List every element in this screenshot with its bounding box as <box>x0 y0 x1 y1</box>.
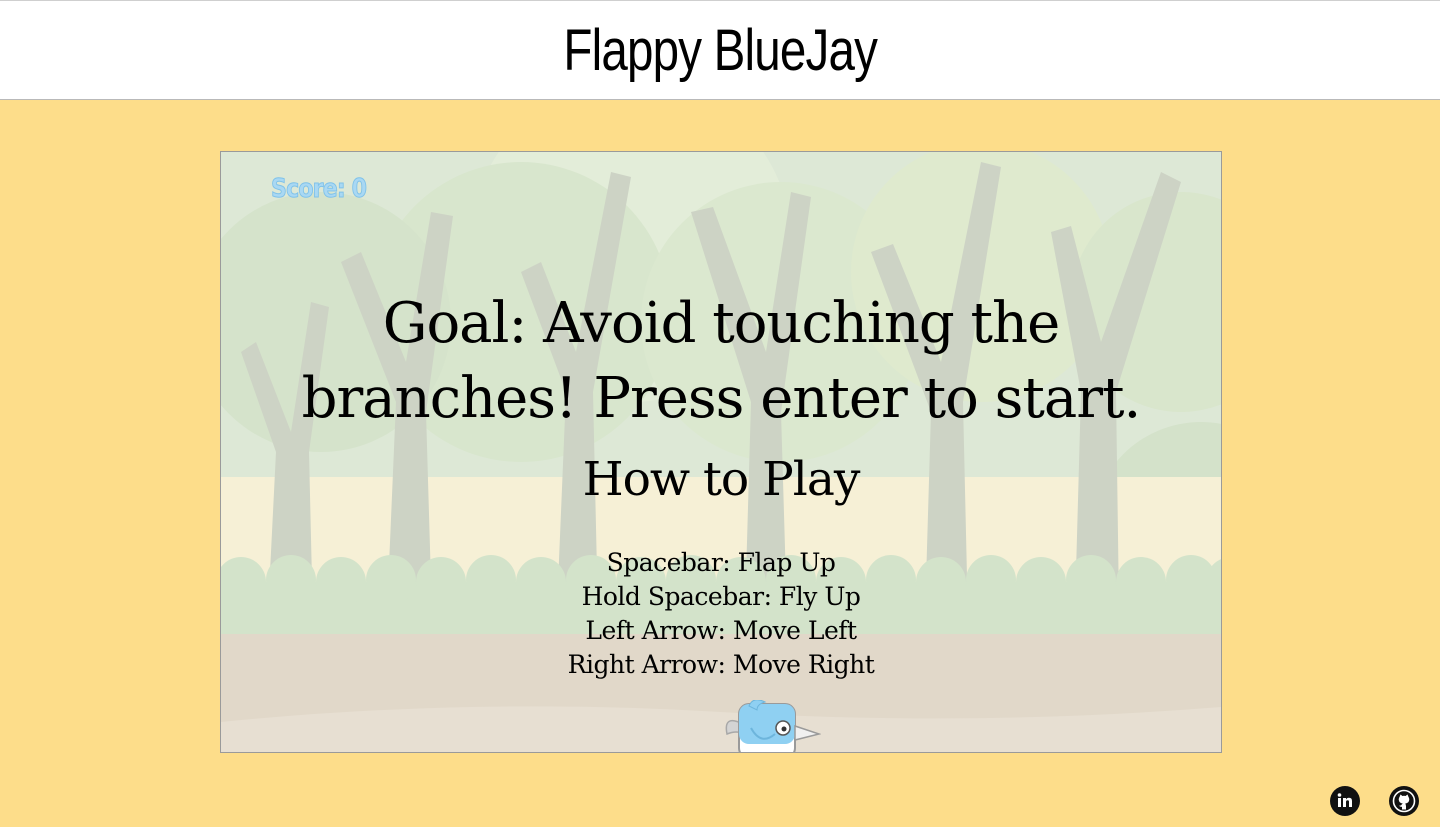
github-icon <box>1392 789 1416 813</box>
control-item-spacebar: Spacebar: Flap Up <box>606 548 836 577</box>
control-item-hold-spacebar: Hold Spacebar: Fly Up <box>581 582 861 611</box>
control-item-right-arrow: Right Arrow: Move Right <box>567 650 875 679</box>
controls-list: Spacebar: Flap Up Hold Spacebar: Fly Up … <box>221 546 1221 682</box>
goal-message: Goal: Avoid touching the branches! Press… <box>221 286 1221 436</box>
goal-line-2: branches! Press enter to start. <box>301 366 1142 431</box>
control-item-left-arrow: Left Arrow: Move Left <box>585 616 857 645</box>
how-to-play-heading: How to Play <box>582 452 861 507</box>
score-label: Score: 0 <box>271 174 368 205</box>
page-title: Flappy BlueJay <box>563 17 878 83</box>
linkedin-link[interactable] <box>1330 786 1360 816</box>
github-link[interactable] <box>1389 786 1419 816</box>
site-header: Flappy BlueJay <box>0 0 1440 100</box>
goal-line-1: Goal: Avoid touching the <box>382 291 1061 356</box>
game-canvas[interactable]: Score: 0 Goal: Avoid touching the branch… <box>220 151 1222 753</box>
linkedin-icon <box>1337 793 1352 807</box>
bluejay-bird <box>725 700 821 752</box>
